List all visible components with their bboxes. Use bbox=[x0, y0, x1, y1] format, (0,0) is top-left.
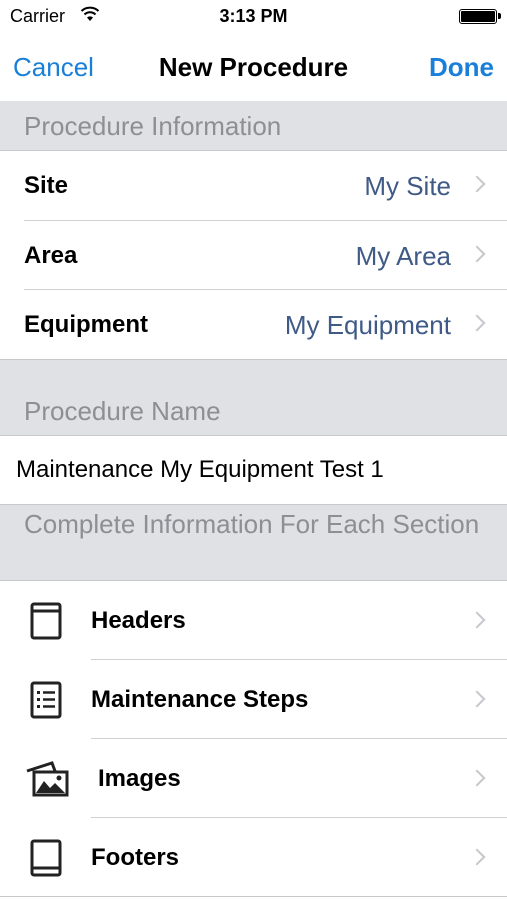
chevron-right-icon bbox=[468, 314, 486, 332]
headers-row[interactable]: Headers bbox=[0, 581, 507, 660]
procedure-name-value[interactable]: Maintenance My Equipment Test 1 bbox=[16, 436, 384, 504]
area-label: Area bbox=[24, 242, 78, 269]
site-label: Site bbox=[24, 172, 69, 199]
area-value: My Area bbox=[355, 241, 451, 271]
headers-label: Headers bbox=[91, 607, 186, 634]
list-icon bbox=[30, 681, 62, 719]
section-header-complete-info: Complete Information For Each Section bbox=[0, 504, 507, 581]
chevron-right-icon bbox=[468, 690, 486, 708]
chevron-right-icon bbox=[468, 245, 486, 263]
section-header-procedure-information: Procedure Information bbox=[0, 101, 507, 151]
maintenance-steps-row[interactable]: Maintenance Steps bbox=[0, 660, 507, 739]
header-page-icon bbox=[30, 602, 62, 640]
battery-icon bbox=[459, 9, 501, 24]
images-row[interactable]: Images bbox=[0, 739, 507, 818]
divider bbox=[0, 896, 507, 897]
images-icon bbox=[26, 761, 69, 797]
footers-label: Footers bbox=[91, 844, 180, 871]
cancel-button[interactable]: Cancel bbox=[13, 52, 94, 83]
images-label: Images bbox=[98, 765, 181, 792]
chevron-right-icon bbox=[468, 175, 486, 193]
site-value: My Site bbox=[364, 171, 451, 201]
equipment-label: Equipment bbox=[24, 311, 148, 338]
equipment-value: My Equipment bbox=[284, 310, 451, 340]
chevron-right-icon bbox=[468, 848, 486, 866]
equipment-row[interactable]: Equipment My Equipment bbox=[0, 290, 507, 360]
area-row[interactable]: Area My Area bbox=[0, 221, 507, 291]
maintenance-steps-label: Maintenance Steps bbox=[91, 686, 309, 713]
done-button[interactable]: Done bbox=[429, 52, 494, 83]
status-bar: Carrier 3:13 PM bbox=[0, 0, 507, 34]
clock-time: 3:13 PM bbox=[219, 6, 288, 26]
section-header-procedure-name: Procedure Name bbox=[0, 359, 507, 436]
chevron-right-icon bbox=[468, 611, 486, 629]
site-row[interactable]: Site My Site bbox=[0, 151, 507, 221]
procedure-name-field[interactable]: Maintenance My Equipment Test 1 bbox=[0, 436, 507, 504]
footers-row[interactable]: Footers bbox=[0, 818, 507, 897]
navigation-bar: New Procedure Cancel Done bbox=[0, 34, 507, 101]
footer-page-icon bbox=[30, 839, 62, 877]
chevron-right-icon bbox=[468, 769, 486, 787]
